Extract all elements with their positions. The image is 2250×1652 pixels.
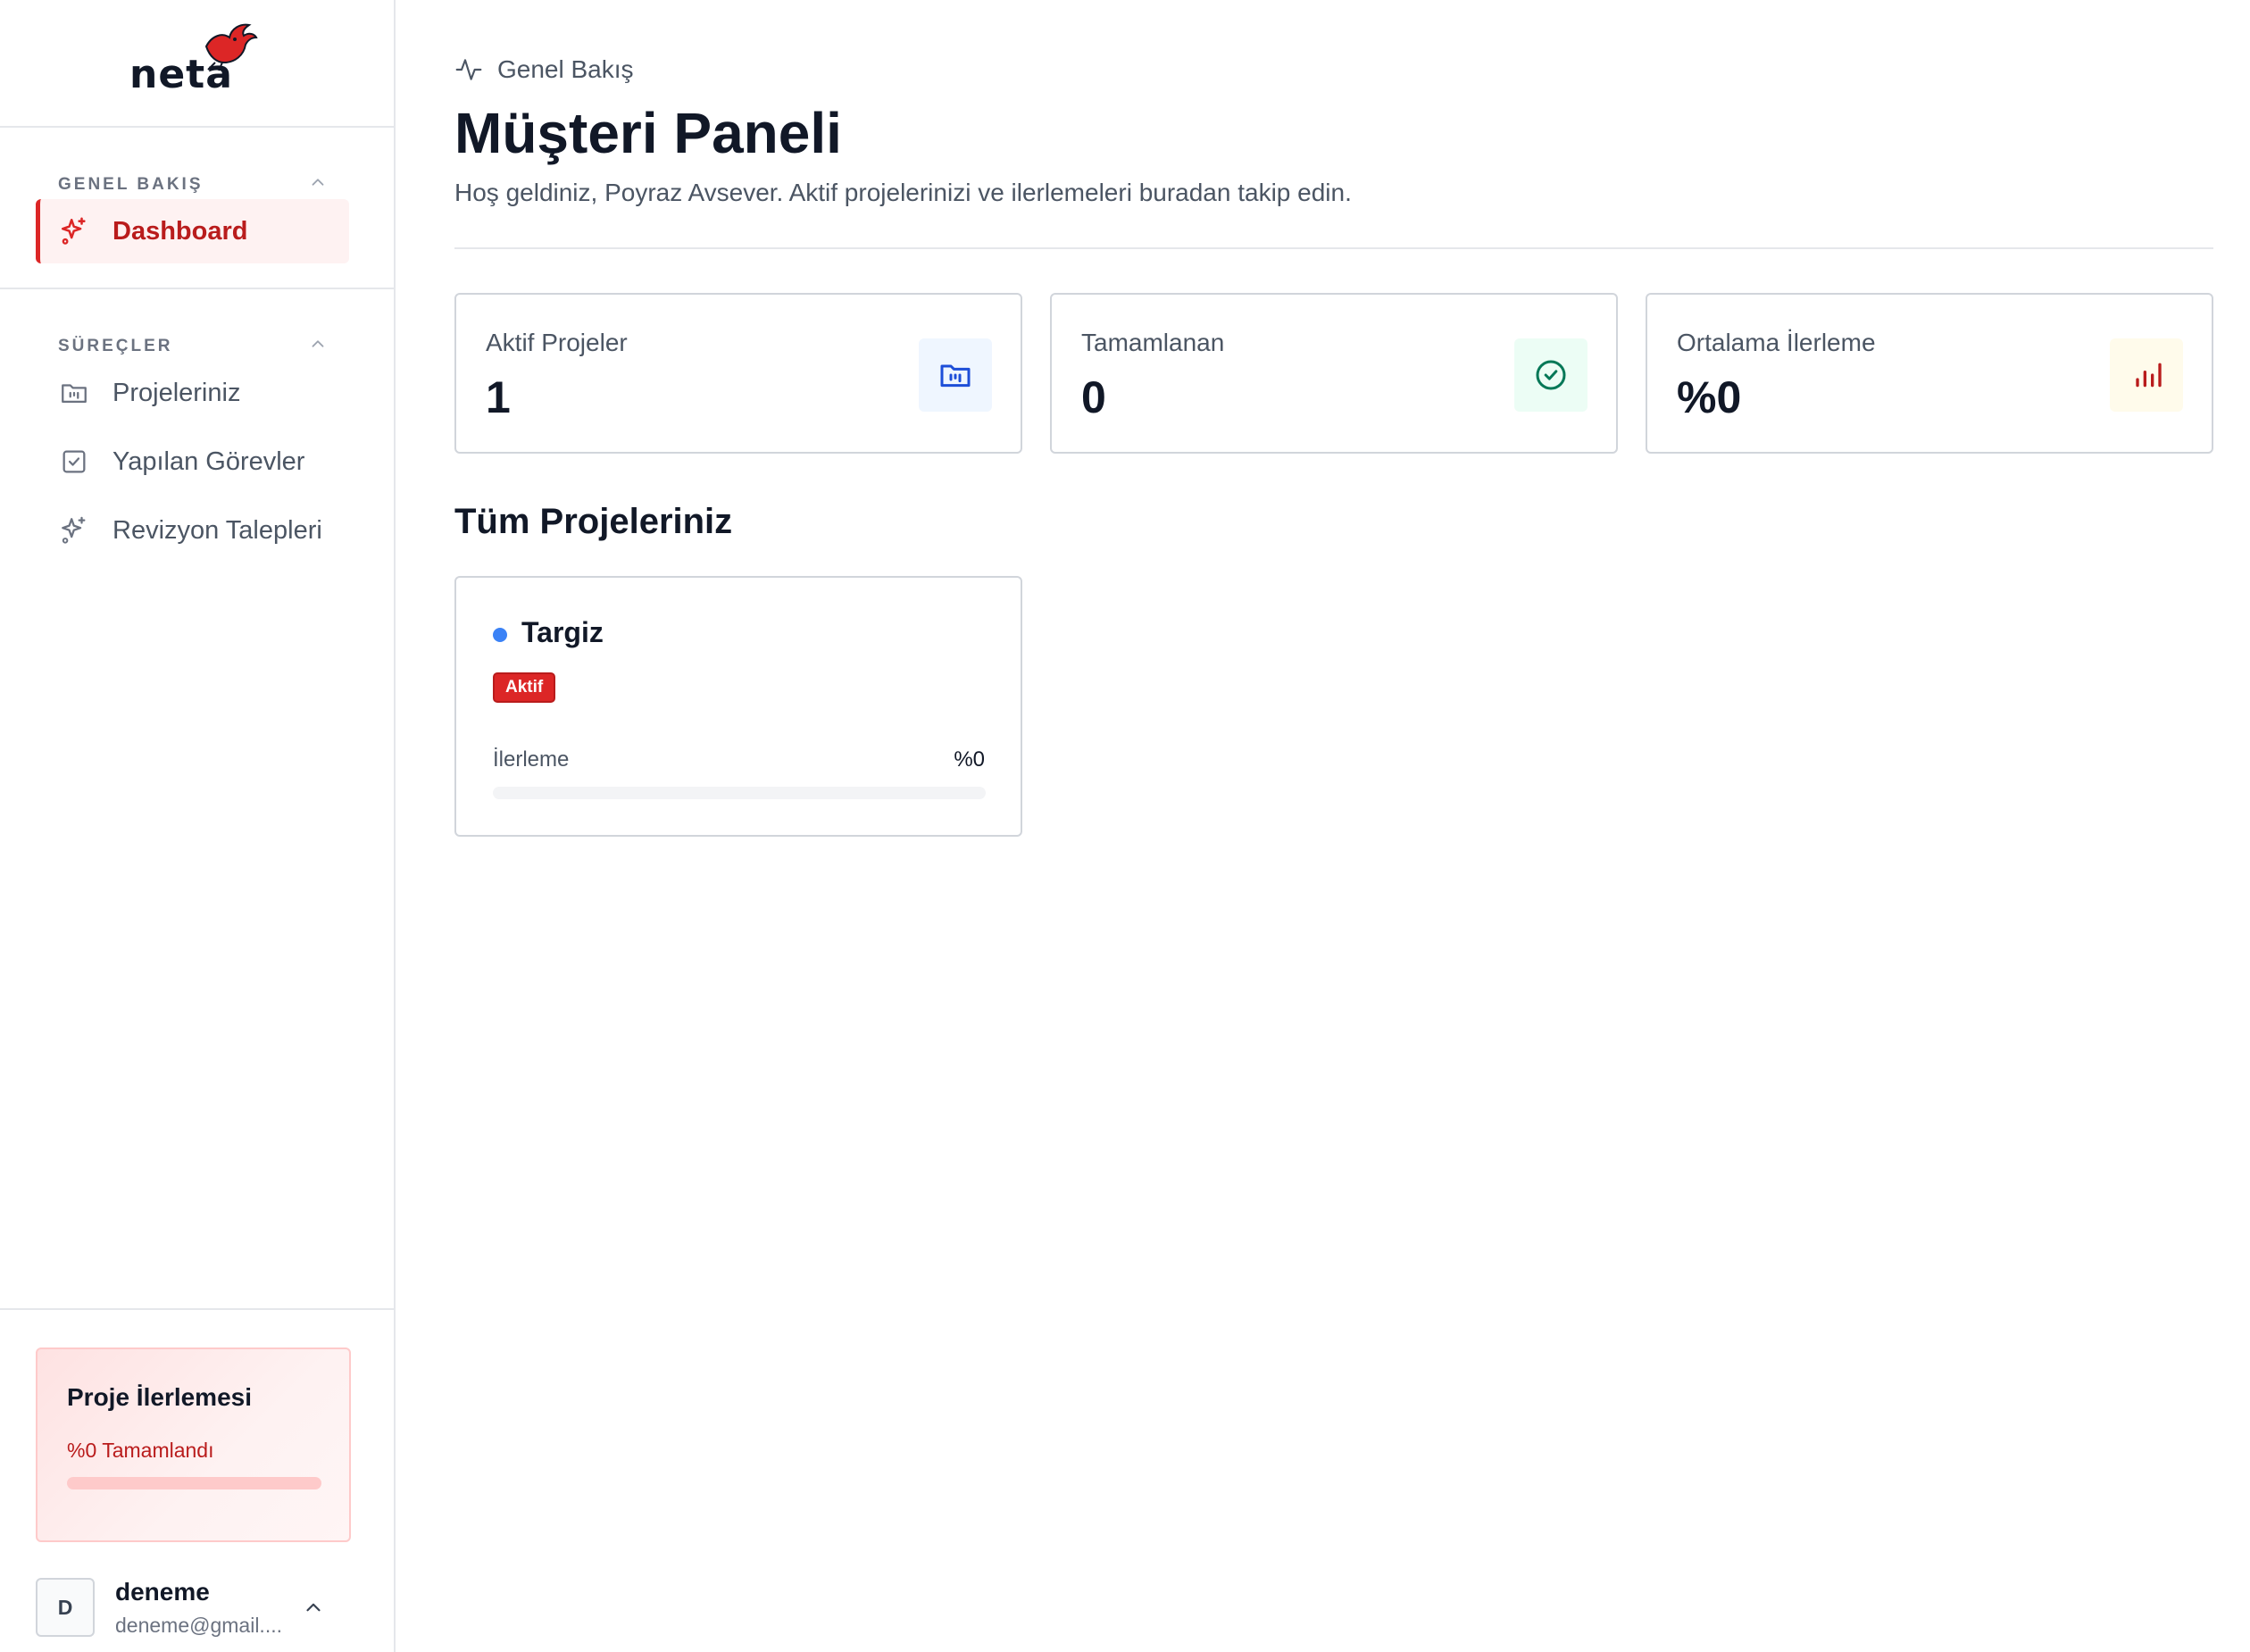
sidebar-item-label: Projeleriniz [112,378,241,407]
folder-icon [59,378,89,408]
stat-card-active-projects: Aktif Projeler 1 [454,293,1022,454]
checkbox-icon [59,446,89,477]
activity-icon [455,59,482,80]
sidebar-item-tasks[interactable]: Yapılan Görevler [36,430,349,494]
chevron-up-icon[interactable] [308,334,328,354]
project-status-dot [493,628,507,642]
main-content: Genel Bakış Müşteri Paneli Hoş geldiniz,… [397,0,2250,1652]
sidebar-item-label: Revizyon Talepleri [112,515,322,545]
sparkles-icon [59,216,89,246]
chevron-up-icon[interactable] [308,172,328,192]
nav-section-title: GENEL BAKIŞ [58,175,204,194]
nav-section-overview: GENEL BAKIŞ Dashboard [0,128,394,289]
sidebar-item-revisions[interactable]: Revizyon Talepleri [36,498,349,563]
project-card[interactable]: Targiz Aktif İlerleme %0 [454,576,1022,837]
page-title: Müşteri Paneli [454,101,842,165]
stat-label: Tamamlanan [1081,329,1225,356]
sidebar-item-dashboard[interactable]: Dashboard [36,199,349,263]
page-subtitle: Hoş geldiniz, Poyraz Avsever. Aktif proj… [454,179,1352,206]
sidebar-item-label: Dashboard [112,216,248,246]
avatar[interactable]: D [36,1578,95,1637]
breadcrumb-label: Genel Bakış [497,55,634,83]
divider [454,247,2213,249]
sidebar-item-projects[interactable]: Projeleriniz [36,361,349,425]
bird-logo-icon [204,23,258,71]
user-menu[interactable]: D deneme deneme@gmail.... [36,1578,339,1637]
sparkles-icon [59,515,89,546]
section-title: Tüm Projeleriniz [454,502,733,541]
stat-label: Aktif Projeler [486,329,628,356]
nav-section-processes: SÜREÇLER Projeleriniz Yapılan Görevler R… [0,289,394,587]
stat-value: 0 [1081,372,1106,422]
stat-value: 1 [486,372,511,422]
progress-card-status: %0 Tamamlandı [67,1439,214,1462]
progress-card-title: Proje İlerlemesi [67,1383,253,1411]
sidebar: neta GENEL BAKIŞ Dashboard SÜREÇLER Proj… [0,0,396,1652]
brand-logo[interactable]: neta [129,20,263,100]
project-progress-card: Proje İlerlemesi %0 Tamamlandı [36,1347,351,1542]
progress-bar [493,787,986,799]
folder-kanban-icon [919,338,992,412]
nav-section-header-processes[interactable]: SÜREÇLER [0,289,394,361]
check-circle-icon [1514,338,1588,412]
user-email: deneme@gmail.... [115,1614,282,1637]
sidebar-item-label: Yapılan Görevler [112,446,305,476]
progress-value: %0 [954,747,985,772]
bar-chart-icon [2110,338,2183,412]
stat-card-average-progress: Ortalama İlerleme %0 [1646,293,2213,454]
progress-bar [67,1477,321,1489]
progress-label: İlerleme [493,747,570,772]
stat-value: %0 [1677,372,1742,422]
stat-card-completed: Tamamlanan 0 [1050,293,1618,454]
stat-label: Ortalama İlerleme [1677,329,1876,356]
nav-section-title: SÜREÇLER [58,337,173,355]
breadcrumb: Genel Bakış [454,55,634,84]
sidebar-footer: Proje İlerlemesi %0 Tamamlandı D deneme … [0,1308,394,1652]
nav-section-header-overview[interactable]: GENEL BAKIŞ [0,128,394,199]
status-badge: Aktif [493,672,556,703]
chevron-up-icon[interactable] [302,1596,325,1619]
user-name: deneme [115,1578,210,1606]
logo-area: neta [0,0,394,128]
project-name: Targiz [521,616,604,648]
